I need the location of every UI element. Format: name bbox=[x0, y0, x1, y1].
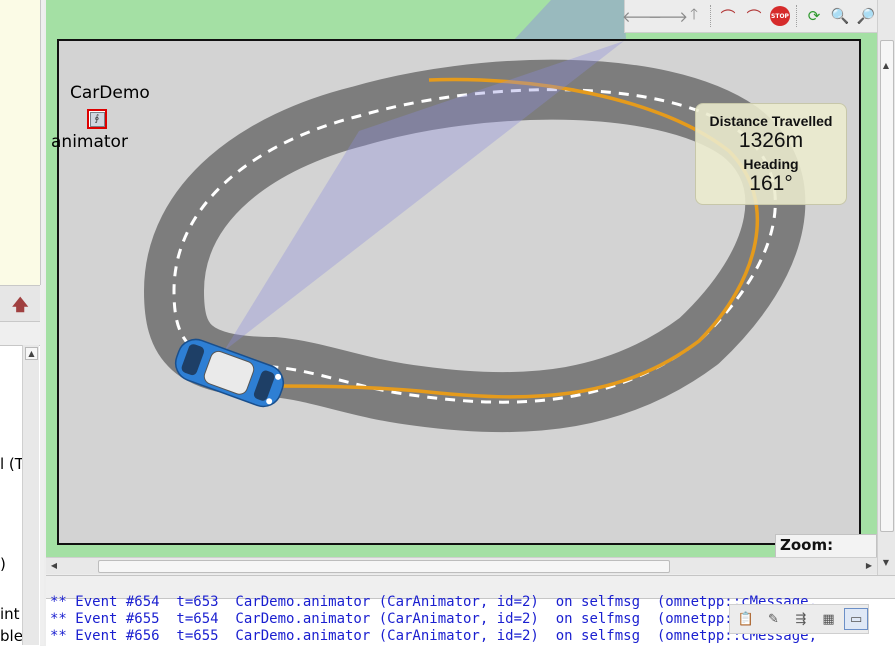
log-line: ** Event #655 t=654 CarDemo.animator (Ca… bbox=[50, 611, 818, 627]
canvas-vertical-scrollbar[interactable]: ▲ ▼ bbox=[877, 0, 895, 575]
heading-value: 161° bbox=[749, 172, 793, 195]
distance-label: Distance Travelled bbox=[709, 113, 833, 129]
stop-icon: STOP bbox=[770, 6, 790, 26]
table-icon[interactable]: ▦ bbox=[817, 608, 841, 630]
scroll-up-icon[interactable]: ▲ bbox=[880, 60, 892, 72]
left-snippet-3: int bbox=[0, 605, 20, 623]
scroll-right-icon[interactable]: ▶ bbox=[863, 560, 875, 572]
relayout-icon[interactable]: ⌒ bbox=[741, 3, 767, 29]
refresh-icon[interactable]: ⟳ bbox=[801, 3, 827, 29]
log-line: ** Event #654 t=653 CarDemo.animator (Ca… bbox=[50, 594, 818, 610]
log-line: ** Event #656 t=655 CarDemo.animator (Ca… bbox=[50, 628, 818, 644]
module-title: CarDemo bbox=[70, 83, 150, 103]
up-button[interactable]: 🡅 bbox=[0, 285, 40, 322]
log-toolbar: 📋 ✎ ⇶ ▦ ▭ bbox=[729, 604, 869, 634]
zoom-label: Zoom: 1.00x bbox=[775, 534, 877, 557]
zoom-in-icon[interactable]: 🔍 bbox=[827, 3, 853, 29]
animator-module[interactable]: ∮ bbox=[87, 109, 107, 129]
left-snippet-4: ble bbox=[0, 627, 23, 645]
heading-label: Heading bbox=[743, 156, 799, 172]
toolbar-separator-2 bbox=[796, 5, 798, 27]
distance-value: 1326m bbox=[738, 129, 804, 152]
playground-frame: CarDemo ∮ animator Distance Travelled 13… bbox=[51, 39, 861, 545]
scroll-left-icon[interactable]: ◀ bbox=[48, 560, 60, 572]
find-icon[interactable]: ✎ bbox=[762, 608, 786, 630]
scroll-thumb[interactable] bbox=[880, 40, 894, 532]
copy-icon[interactable]: 📋 bbox=[734, 608, 758, 630]
parent-icon[interactable]: 🡑 bbox=[681, 3, 707, 29]
console-icon[interactable]: ▭ bbox=[844, 608, 868, 630]
filter-icon[interactable]: ⇶ bbox=[789, 608, 813, 630]
scroll-up-icon[interactable]: ▲ bbox=[25, 347, 38, 360]
info-panel: Distance Travelled 1326m Heading 161° bbox=[695, 103, 847, 205]
canvas-area[interactable]: CarDemo ∮ animator Distance Travelled 13… bbox=[46, 0, 877, 557]
up-arrow-icon: 🡅 bbox=[12, 295, 29, 314]
left-panel: 🡅 l (T ) int ble ▲ bbox=[0, 0, 44, 646]
toolbar-separator bbox=[710, 5, 712, 27]
module-icon: ∮ bbox=[89, 111, 105, 127]
left-snippet-2: ) bbox=[0, 555, 6, 573]
forward-icon[interactable]: 🡒 bbox=[648, 3, 688, 29]
canvas-toolbar: 🡐 🡒 🡑 ⌒ ⌒ STOP ⟳ 🔍 🔎 bbox=[622, 0, 877, 33]
animator-label: animator bbox=[51, 132, 128, 152]
left-snippet-1: l (T bbox=[0, 455, 24, 473]
left-scrollbar[interactable]: ▲ bbox=[22, 345, 39, 645]
left-top-pane bbox=[0, 0, 41, 285]
hscroll-thumb[interactable] bbox=[98, 560, 670, 573]
layout-icon[interactable]: ⌒ bbox=[715, 3, 741, 29]
canvas-horizontal-scrollbar[interactable]: ◀ ▶ bbox=[46, 557, 877, 574]
scroll-down-icon[interactable]: ▼ bbox=[880, 557, 892, 569]
zoom-out-icon[interactable]: 🔎 bbox=[853, 3, 877, 29]
stop-button[interactable]: STOP bbox=[767, 3, 793, 29]
